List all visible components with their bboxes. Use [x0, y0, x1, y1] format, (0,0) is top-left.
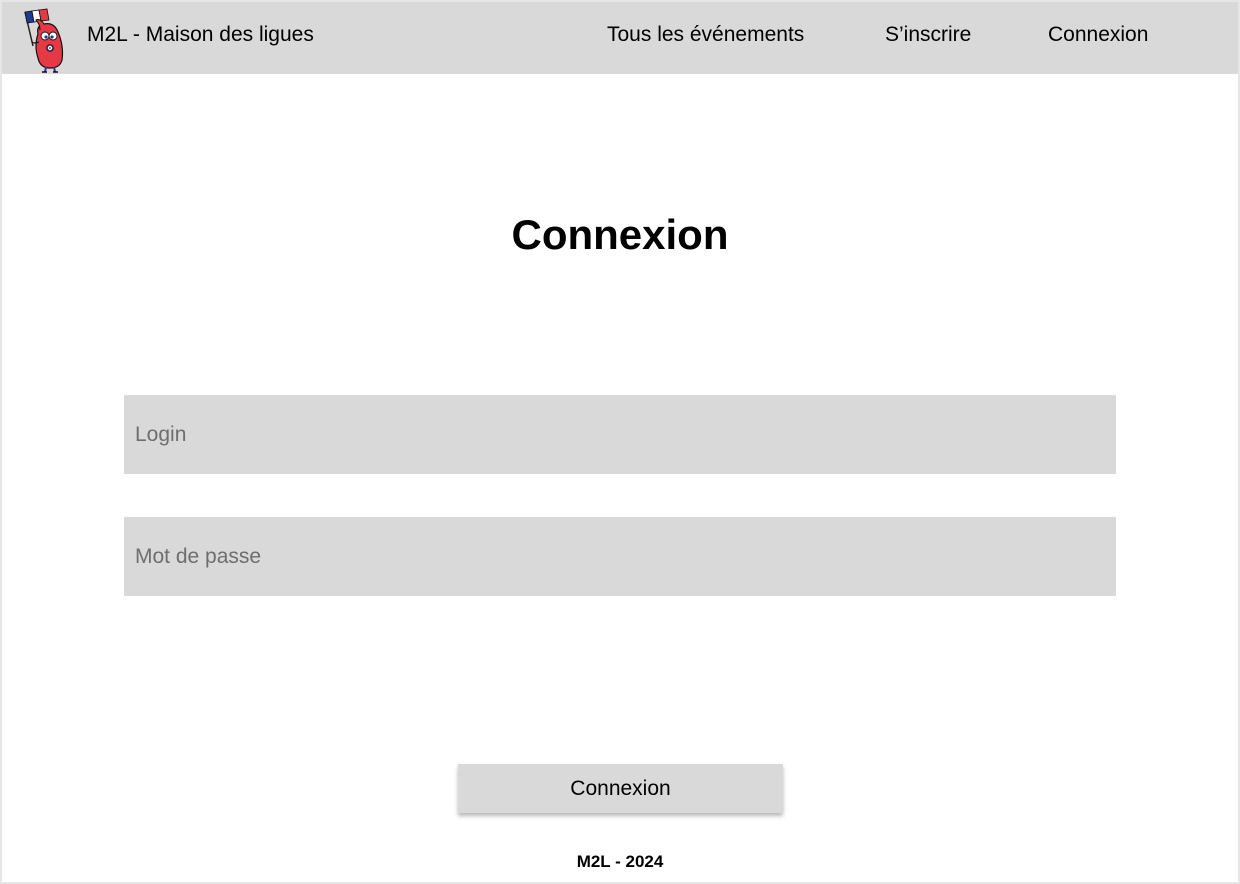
nav-register[interactable]: S’inscrire [885, 22, 971, 48]
password-input[interactable] [124, 517, 1116, 596]
login-input[interactable] [124, 395, 1116, 474]
page-title: Connexion [511, 211, 729, 258]
navbar: M2L - Maison des ligues Tous les événeme… [2, 2, 1238, 74]
login-submit-button[interactable]: Connexion [458, 764, 783, 813]
footer-text: M2L - 2024 [576, 852, 664, 871]
brand-title: M2L - Maison des ligues [87, 23, 314, 46]
nav-all-events[interactable]: Tous les événements [607, 22, 804, 48]
mascot-flag-icon[interactable] [18, 6, 72, 74]
nav-login[interactable]: Connexion [1048, 22, 1148, 48]
